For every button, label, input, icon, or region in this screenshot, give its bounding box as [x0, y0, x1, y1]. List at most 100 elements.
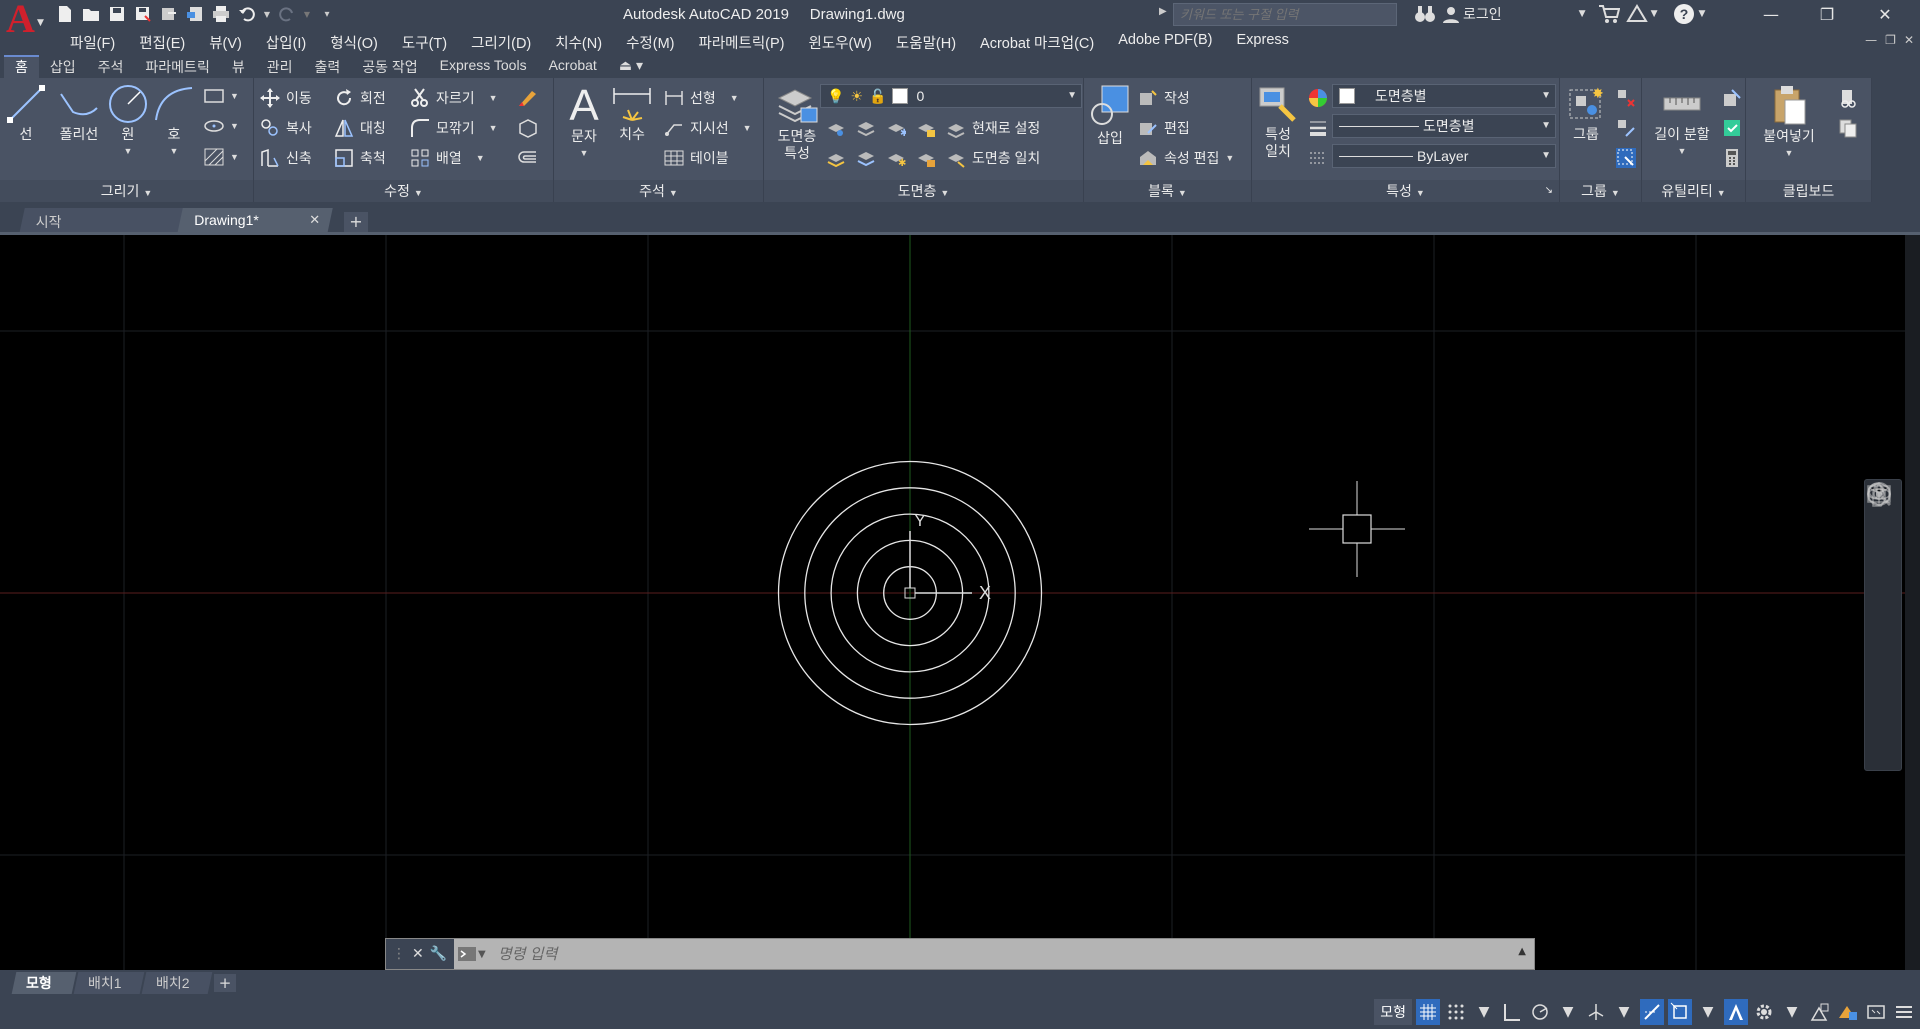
undo-icon[interactable] [236, 3, 258, 25]
insert-block-button[interactable]: 삽입 [1088, 84, 1132, 147]
open-web-icon[interactable] [158, 3, 180, 25]
layer-off-icon[interactable] [826, 118, 846, 138]
login-button[interactable]: 로그인 ▼ [1442, 4, 1586, 24]
circle-button[interactable]: 원 ▼ [106, 84, 150, 160]
zoom-extents-icon[interactable] [1868, 483, 1897, 616]
layout-tab-layout2[interactable]: 배치2 [141, 972, 213, 994]
undo-dropdown-icon[interactable]: ▼ [262, 3, 272, 25]
erase-button[interactable] [516, 88, 538, 108]
annotation-monitor-icon[interactable] [1808, 999, 1832, 1025]
chevron-down-icon[interactable]: ▼ [1696, 999, 1720, 1025]
layer-dropdown[interactable]: 💡 ☀ 🔓 0 ▼ [820, 84, 1082, 108]
table-button[interactable]: 테이블 [664, 148, 729, 168]
arc-button[interactable]: 호 ▼ [152, 84, 196, 160]
menu-express[interactable]: Express [1225, 32, 1301, 53]
copy-clip-icon[interactable] [1838, 118, 1858, 138]
new-file-icon[interactable] [54, 3, 76, 25]
isolate-objects-icon[interactable] [1836, 999, 1860, 1025]
fullscreen-icon[interactable] [1864, 999, 1888, 1025]
add-layout-button[interactable]: + [214, 974, 236, 992]
linetype-dropdown[interactable]: ByLayer ▼ [1332, 144, 1556, 168]
grid-icon[interactable] [1416, 999, 1440, 1025]
chevron-down-icon[interactable]: ▼ [1612, 999, 1636, 1025]
create-block-button[interactable]: 작성 [1138, 88, 1190, 108]
tab-manage[interactable]: 관리 [256, 55, 304, 78]
ungroup-icon[interactable] [1616, 88, 1636, 108]
model-space-toggle[interactable]: 모형 [1374, 999, 1412, 1025]
ribbon-minimize-toggle[interactable]: ⏏ ▾ [608, 55, 654, 78]
orbit-icon[interactable] [1867, 488, 1897, 650]
customization-menu-icon[interactable] [1892, 999, 1916, 1025]
properties-panel-title[interactable]: 특성 ▼ ↘ [1252, 180, 1559, 202]
clipboard-panel-title[interactable]: 클립보드 [1746, 180, 1871, 202]
pan-hand-icon[interactable] [1869, 482, 1897, 582]
measure-button[interactable]: 길이 분할 ▼ [1646, 84, 1718, 160]
tab-acrobat[interactable]: Acrobat [538, 55, 608, 78]
layer-walk-icon[interactable] [826, 148, 846, 168]
doc-close-button[interactable]: ✕ [1904, 33, 1914, 47]
menu-view[interactable]: 뷰(V) [197, 32, 254, 53]
ellipse-button[interactable]: ▼ [204, 118, 239, 134]
color-wheel-icon[interactable] [1308, 88, 1328, 108]
edit-attributes-button[interactable]: 속성 편집 ▼ [1138, 148, 1234, 168]
new-tab-button[interactable]: + [344, 212, 368, 232]
plot-printer-icon[interactable] [210, 3, 232, 25]
paste-button[interactable]: 붙여넣기 ▼ [1750, 84, 1828, 162]
menu-acrobat-markup[interactable]: Acrobat 마크업(C) [968, 32, 1106, 53]
scale-button[interactable]: 축척 [334, 148, 386, 168]
save-icon[interactable] [106, 3, 128, 25]
draw-panel-title[interactable]: 그리기 ▼ [0, 180, 253, 202]
close-icon[interactable]: ✕ [309, 212, 320, 228]
group-edit-icon[interactable] [1616, 118, 1636, 138]
ortho-icon[interactable] [1500, 999, 1524, 1025]
trim-button[interactable]: 자르기 ▼ [410, 88, 498, 108]
a360-icon[interactable]: ▼ [1625, 4, 1657, 24]
text-button[interactable]: A 문자 ▼ [562, 80, 606, 162]
layer-isolate-icon[interactable] [856, 118, 876, 138]
application-menu-button[interactable]: A ▼ [0, 0, 48, 41]
doc-minimize-button[interactable]: — [1865, 33, 1877, 47]
chevron-down-icon[interactable]: ▼ [1472, 999, 1496, 1025]
lineweight-icon[interactable] [1308, 118, 1328, 138]
groups-panel-title[interactable]: 그룹 ▼ [1560, 180, 1641, 202]
customize-qat-icon[interactable]: ▾ [316, 3, 338, 25]
linear-dimension-button[interactable]: 선형 ▼ [664, 88, 739, 108]
layout-tab-model[interactable]: 모형 [11, 972, 77, 994]
polar-tracking-icon[interactable] [1528, 999, 1552, 1025]
model-space[interactable]: X Y [0, 235, 1905, 970]
redo-dropdown-icon[interactable]: ▼ [302, 3, 312, 25]
tab-parametric[interactable]: 파라메트릭 [134, 55, 220, 78]
object-snap-icon[interactable] [1668, 999, 1692, 1025]
move-button[interactable]: 이동 [260, 88, 312, 108]
drawing-canvas[interactable]: X Y [0, 235, 1905, 970]
restore-button[interactable]: ❐ [1804, 0, 1850, 29]
group-selection-toggle-icon[interactable] [1616, 148, 1636, 168]
close-icon[interactable]: ✕ [412, 946, 424, 962]
menu-file[interactable]: 파일(F) [58, 32, 127, 53]
group-button[interactable]: ✸ 그룹 [1564, 84, 1608, 143]
steering-wheel-icon[interactable] [1867, 482, 1897, 548]
tab-home[interactable]: 홈 [4, 55, 39, 78]
object-color-dropdown[interactable]: 도면층별 ▼ [1332, 84, 1556, 108]
cart-icon[interactable] [1598, 4, 1620, 24]
redo-icon[interactable] [276, 3, 298, 25]
line-button[interactable]: 선 [4, 84, 48, 143]
menu-draw[interactable]: 그리기(D) [459, 32, 543, 53]
tab-insert[interactable]: 삽입 [39, 55, 87, 78]
isodraft-icon[interactable] [1584, 999, 1608, 1025]
layout-tab-layout1[interactable]: 배치1 [73, 972, 145, 994]
cut-icon[interactable] [1838, 88, 1858, 108]
polyline-button[interactable]: 폴리선 [52, 84, 106, 143]
panel-launcher-icon[interactable]: ↘ [1545, 180, 1553, 202]
save-as-icon[interactable] [132, 3, 154, 25]
help-icon[interactable]: ? ▼ [1673, 3, 1705, 25]
match-layer-button[interactable]: 도면층 일치 [946, 148, 1040, 168]
quick-select-icon[interactable] [1722, 88, 1742, 108]
menu-insert[interactable]: 삽입(I) [254, 32, 318, 53]
minimize-button[interactable]: — [1748, 0, 1794, 29]
chevron-down-icon[interactable]: ▼ [1780, 999, 1804, 1025]
linetype-icon[interactable] [1308, 148, 1328, 168]
hatch-button[interactable]: ▼ [204, 148, 239, 166]
menu-dimension[interactable]: 치수(N) [543, 32, 614, 53]
menu-help[interactable]: 도움말(H) [884, 32, 968, 53]
